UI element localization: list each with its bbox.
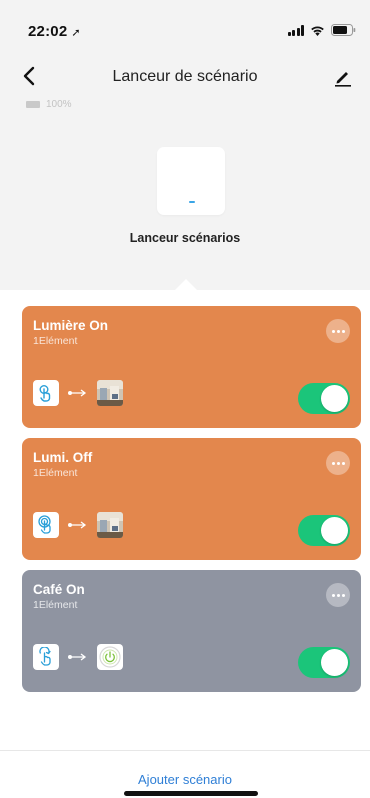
battery-icon <box>331 24 356 36</box>
device-battery-icon <box>26 101 40 108</box>
more-options-button[interactable] <box>326 451 350 475</box>
power-plug-icon[interactable] <box>97 644 123 670</box>
double-tap-hand-icon[interactable] <box>33 512 59 538</box>
wifi-icon <box>310 25 325 36</box>
device-led <box>189 201 195 203</box>
pencil-icon <box>335 72 351 87</box>
scene-title: Café On <box>33 582 85 597</box>
scene-subtitle: 1Elément <box>33 467 78 479</box>
arrow-right-icon <box>68 521 87 529</box>
page-title: Lanceur de scénario <box>112 68 258 85</box>
more-options-button[interactable] <box>326 319 350 343</box>
arrow-right-icon <box>68 389 87 397</box>
more-options-button[interactable] <box>326 583 350 607</box>
pointer-triangle <box>175 279 197 290</box>
scene-toggle[interactable] <box>298 647 350 678</box>
status-bar: 22:02 ➚ <box>0 0 370 44</box>
scene-subtitle: 1Elément <box>33 599 78 611</box>
scene-subtitle: 1Elément <box>33 335 78 347</box>
scene-title: Lumi. Off <box>33 450 93 465</box>
scene-title: Lumière On <box>33 318 109 333</box>
scene-card[interactable]: Lumière On 1Elément <box>22 306 361 428</box>
room-photo[interactable] <box>97 380 123 406</box>
scene-toggle[interactable] <box>298 515 350 546</box>
device-image <box>157 147 225 215</box>
home-indicator <box>124 791 258 796</box>
device-battery-text: 100% <box>46 99 72 110</box>
add-scene-button[interactable]: Ajouter scénario <box>0 772 370 787</box>
edit-button[interactable] <box>332 66 354 88</box>
arrow-right-icon <box>68 653 87 661</box>
scene-card[interactable]: Lumi. Off 1Elément <box>22 438 361 560</box>
signal-icon <box>287 24 304 36</box>
device-name: Lanceur scénarios <box>129 231 241 245</box>
room-photo[interactable] <box>97 512 123 538</box>
location-arrow-icon: ➚ <box>71 27 81 39</box>
long-press-hand-icon[interactable] <box>33 644 59 670</box>
single-tap-hand-icon[interactable] <box>33 380 59 406</box>
scene-card[interactable]: Café On 1Elément <box>22 570 361 692</box>
scene-toggle[interactable] <box>298 383 350 414</box>
device-battery: 100% <box>26 99 72 110</box>
status-icons <box>287 24 357 36</box>
status-time: 22:02 ➚ <box>28 23 81 40</box>
nav-header: Lanceur de scénario <box>0 60 370 100</box>
